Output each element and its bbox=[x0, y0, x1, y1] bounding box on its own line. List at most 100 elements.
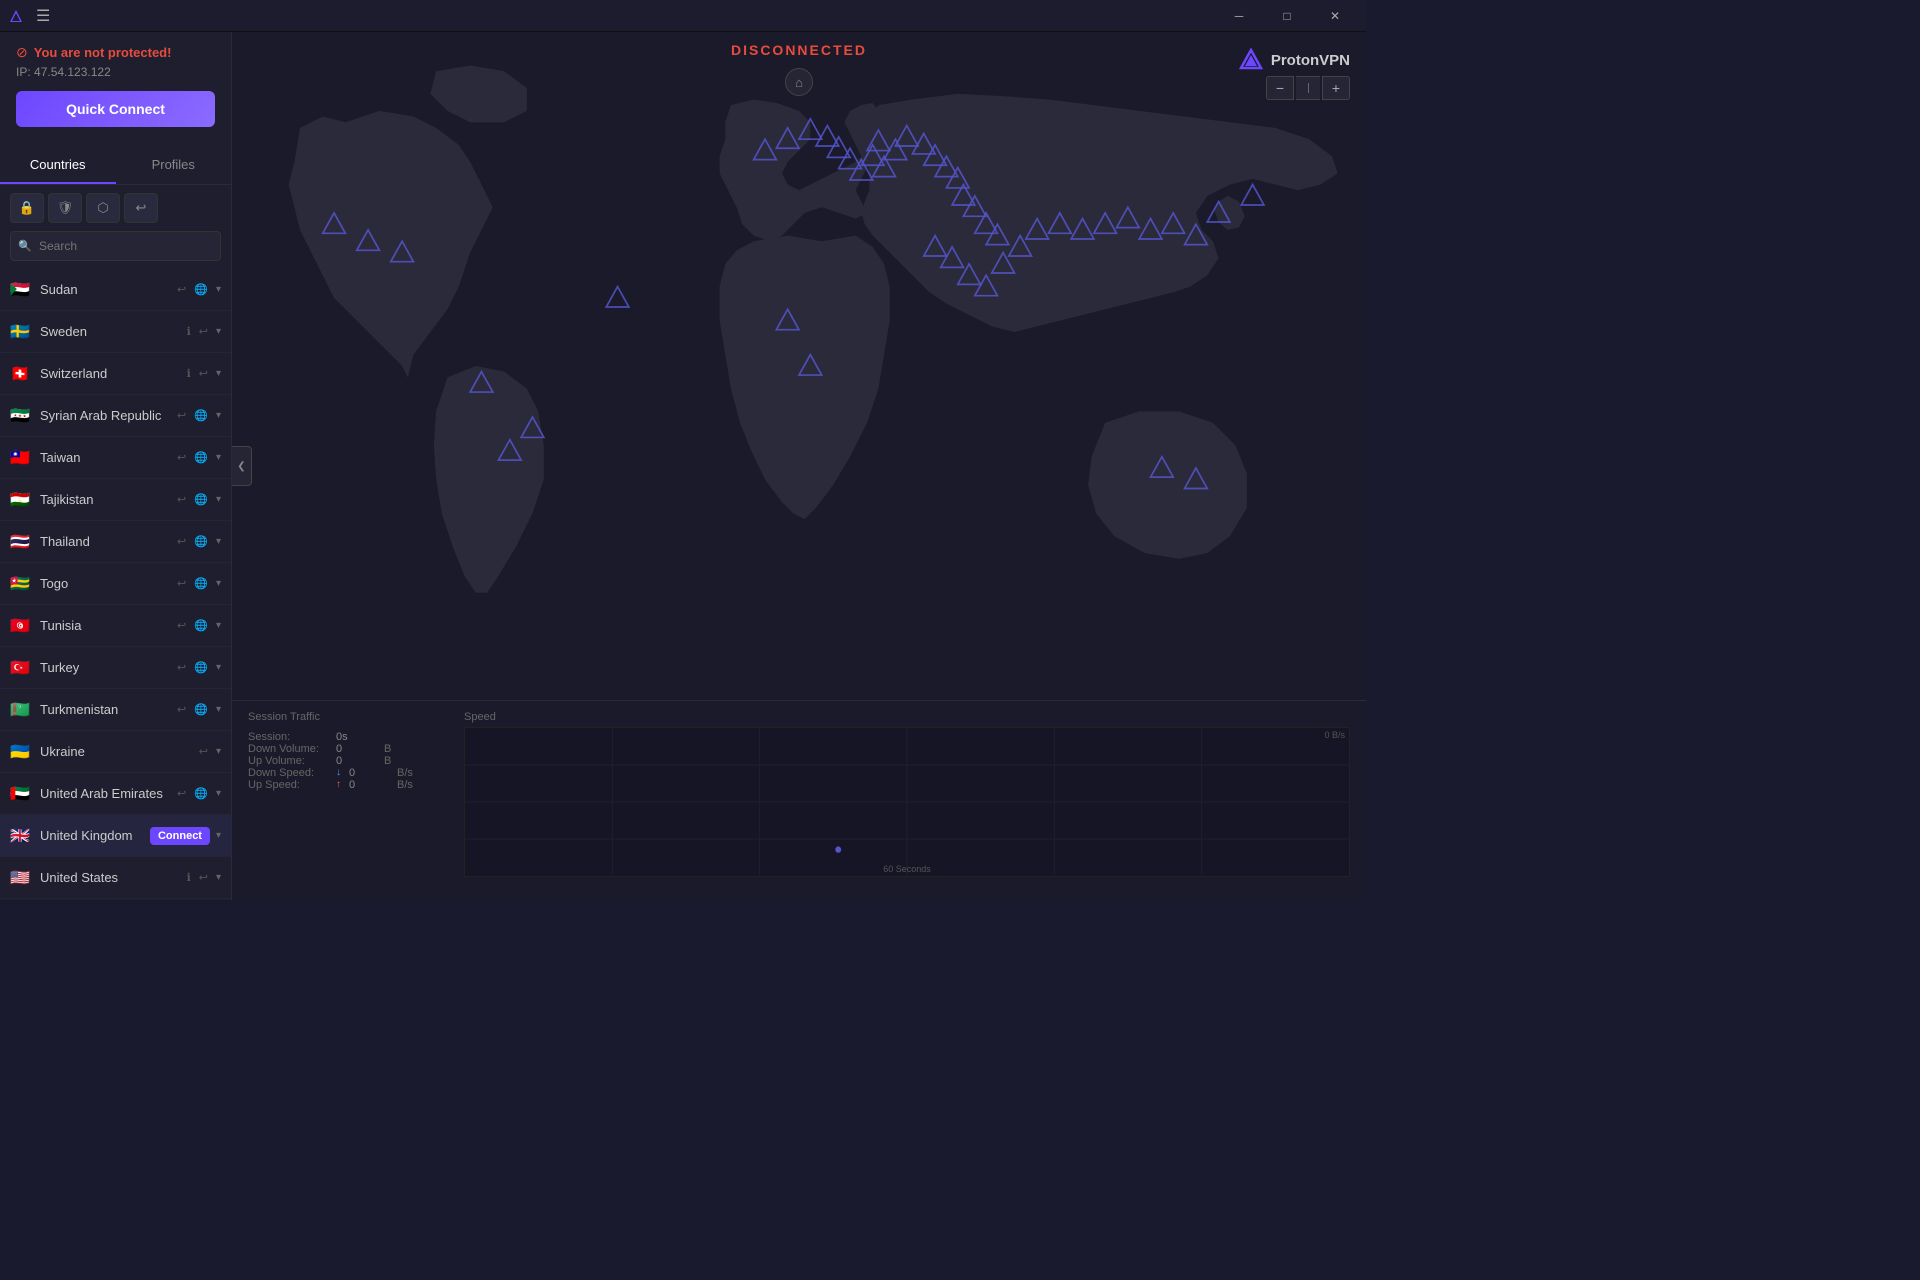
filter-p2p-button[interactable]: ⬡ bbox=[86, 193, 120, 223]
action-icon-switzerland-0[interactable]: ℹ bbox=[185, 365, 193, 382]
country-item-togo[interactable]: 🇹🇬Togo↩🌐▾ bbox=[0, 563, 231, 605]
country-item-uae[interactable]: 🇦🇪 United Arab Emirates↩🌐 ▾ bbox=[0, 773, 231, 815]
stat-down-volume: Down Volume: 0 B bbox=[248, 743, 448, 755]
session-traffic-label: Session Traffic bbox=[248, 711, 448, 723]
expand-icon-usa[interactable]: ▾ bbox=[216, 872, 221, 883]
hamburger-menu[interactable]: ☰ bbox=[36, 6, 50, 26]
expand-icon-uae[interactable]: ▾ bbox=[216, 788, 221, 799]
chart-svg bbox=[465, 728, 1349, 876]
country-name-uae: United Arab Emirates bbox=[40, 786, 175, 801]
country-actions-tajikistan: ↩🌐 ▾ bbox=[175, 491, 221, 508]
country-actions-uae: ↩🌐 ▾ bbox=[175, 785, 221, 802]
stat-up-volume: Up Volume: 0 B bbox=[248, 755, 448, 767]
expand-icon-togo[interactable]: ▾ bbox=[216, 578, 221, 589]
collapse-sidebar-button[interactable]: ❮ bbox=[232, 446, 252, 486]
action-icon-taiwan-1[interactable]: 🌐 bbox=[192, 449, 210, 466]
time-label: 60 Seconds bbox=[883, 864, 931, 874]
action-icon-syria-0[interactable]: ↩ bbox=[175, 407, 188, 424]
action-icon-thailand-1[interactable]: 🌐 bbox=[192, 533, 210, 550]
action-icon-tunisia-1[interactable]: 🌐 bbox=[192, 617, 210, 634]
search-input[interactable] bbox=[10, 231, 221, 261]
country-name-tajikistan: Tajikistan bbox=[40, 492, 175, 507]
action-icon-sudan-1[interactable]: 🌐 bbox=[192, 281, 210, 298]
country-item-taiwan[interactable]: 🇹🇼Taiwan↩🌐▾ bbox=[0, 437, 231, 479]
ip-value: 47.54.123.122 bbox=[34, 65, 111, 79]
expand-icon-sweden[interactable]: ▾ bbox=[216, 326, 221, 337]
expand-icon-thailand[interactable]: ▾ bbox=[216, 536, 221, 547]
home-button[interactable]: ⌂ bbox=[785, 68, 813, 96]
action-icon-sweden-1[interactable]: ↩ bbox=[197, 323, 210, 340]
action-icon-togo-1[interactable]: 🌐 bbox=[192, 575, 210, 592]
country-item-turkmenistan[interactable]: 🇹🇲Turkmenistan↩🌐▾ bbox=[0, 689, 231, 731]
country-item-syria[interactable]: 🇸🇾Syrian Arab Republic↩🌐▾ bbox=[0, 395, 231, 437]
country-item-tunisia[interactable]: 🇹🇳Tunisia↩🌐▾ bbox=[0, 605, 231, 647]
action-icon-turkmenistan-0[interactable]: ↩ bbox=[175, 701, 188, 718]
maximize-button[interactable]: □ bbox=[1264, 0, 1310, 32]
expand-icon-tunisia[interactable]: ▾ bbox=[216, 620, 221, 631]
country-item-usa[interactable]: 🇺🇸United Statesℹ↩▾ bbox=[0, 857, 231, 899]
country-name-turkey: Turkey bbox=[40, 660, 175, 675]
filter-lock-button[interactable]: 🔒 bbox=[10, 193, 44, 223]
expand-icon-taiwan[interactable]: ▾ bbox=[216, 452, 221, 463]
close-button[interactable]: ✕ bbox=[1312, 0, 1358, 32]
action-icon-usa-1[interactable]: ↩ bbox=[197, 869, 210, 886]
country-item-uzbekistan[interactable]: 🇺🇿Uzbekistan↩🌐▾ bbox=[0, 899, 231, 900]
warning-icon: ⊘ bbox=[16, 44, 28, 61]
action-icon-turkey-0[interactable]: ↩ bbox=[175, 659, 188, 676]
connect-badge-uk[interactable]: Connect bbox=[150, 827, 210, 845]
country-item-uk[interactable]: 🇬🇧United KingdomConnect▾ bbox=[0, 815, 231, 857]
expand-icon-syria[interactable]: ▾ bbox=[216, 410, 221, 421]
action-icon-tajikistan-1[interactable]: 🌐 bbox=[192, 491, 210, 508]
country-item-sudan[interactable]: 🇸🇩Sudan↩🌐▾ bbox=[0, 269, 231, 311]
expand-icon-turkmenistan[interactable]: ▾ bbox=[216, 704, 221, 715]
action-icon-sweden-0[interactable]: ℹ bbox=[185, 323, 193, 340]
action-icon-thailand-0[interactable]: ↩ bbox=[175, 533, 188, 550]
action-icon-syria-1[interactable]: 🌐 bbox=[192, 407, 210, 424]
expand-icon-uk[interactable]: ▾ bbox=[216, 830, 221, 841]
minimize-button[interactable]: ─ bbox=[1216, 0, 1262, 32]
action-icon-turkmenistan-1[interactable]: 🌐 bbox=[192, 701, 210, 718]
flag-uae: 🇦🇪 bbox=[10, 786, 32, 801]
action-icon-usa-0[interactable]: ℹ bbox=[185, 869, 193, 886]
expand-icon-switzerland[interactable]: ▾ bbox=[216, 368, 221, 379]
filter-row: 🔒 🛡 ⬡ ↩ bbox=[0, 185, 231, 231]
action-icon-sudan-0[interactable]: ↩ bbox=[175, 281, 188, 298]
country-item-ukraine[interactable]: 🇺🇦Ukraine↩▾ bbox=[0, 731, 231, 773]
country-name-usa: United States bbox=[40, 870, 185, 885]
country-item-thailand[interactable]: 🇹🇭Thailand↩🌐▾ bbox=[0, 521, 231, 563]
tor-icon: ↩ bbox=[136, 200, 147, 216]
tab-profiles[interactable]: Profiles bbox=[116, 147, 232, 184]
action-icon-turkey-1[interactable]: 🌐 bbox=[192, 659, 210, 676]
action-icon-switzerland-1[interactable]: ↩ bbox=[197, 365, 210, 382]
expand-icon-sudan[interactable]: ▾ bbox=[216, 284, 221, 295]
country-item-tajikistan[interactable]: 🇹🇯 Tajikistan↩🌐 ▾ bbox=[0, 479, 231, 521]
action-icon-taiwan-0[interactable]: ↩ bbox=[175, 449, 188, 466]
zoom-in-button[interactable]: + bbox=[1322, 76, 1350, 100]
proton-logo-svg bbox=[1237, 46, 1265, 74]
world-map-container[interactable] bbox=[232, 32, 1366, 700]
action-icon-tunisia-0[interactable]: ↩ bbox=[175, 617, 188, 634]
zoom-out-button[interactable]: − bbox=[1266, 76, 1294, 100]
protection-status-text: You are not protected! bbox=[34, 45, 172, 60]
expand-icon-turkey[interactable]: ▾ bbox=[216, 662, 221, 673]
action-icon-uae-0[interactable]: ↩ bbox=[175, 785, 188, 802]
action-icon-tajikistan-0[interactable]: ↩ bbox=[175, 491, 188, 508]
expand-icon-tajikistan[interactable]: ▾ bbox=[216, 494, 221, 505]
action-icon-uae-1[interactable]: 🌐 bbox=[192, 785, 210, 802]
country-item-switzerland[interactable]: 🇨🇭Switzerlandℹ↩▾ bbox=[0, 353, 231, 395]
shield-icon: 🛡 bbox=[57, 200, 74, 216]
tab-countries[interactable]: Countries bbox=[0, 147, 116, 184]
country-actions-switzerland: ℹ↩ ▾ bbox=[185, 365, 221, 382]
country-item-sweden[interactable]: 🇸🇪Swedenℹ↩▾ bbox=[0, 311, 231, 353]
filter-tor-button[interactable]: ↩ bbox=[124, 193, 158, 223]
country-item-turkey[interactable]: 🇹🇷Turkey↩🌐▾ bbox=[0, 647, 231, 689]
speed-label: Speed bbox=[464, 711, 1350, 723]
expand-icon-ukraine[interactable]: ▾ bbox=[216, 746, 221, 757]
stats-panel: Session Traffic Session: 0s Down Volume:… bbox=[232, 700, 1366, 900]
filter-shield-button[interactable]: 🛡 bbox=[48, 193, 82, 223]
action-icon-togo-0[interactable]: ↩ bbox=[175, 575, 188, 592]
action-icon-ukraine-0[interactable]: ↩ bbox=[197, 743, 210, 760]
flag-tajikistan: 🇹🇯 bbox=[10, 492, 32, 507]
quick-connect-button[interactable]: Quick Connect bbox=[16, 91, 215, 127]
sidebar: ⊘ You are not protected! IP: 47.54.123.1… bbox=[0, 32, 232, 900]
